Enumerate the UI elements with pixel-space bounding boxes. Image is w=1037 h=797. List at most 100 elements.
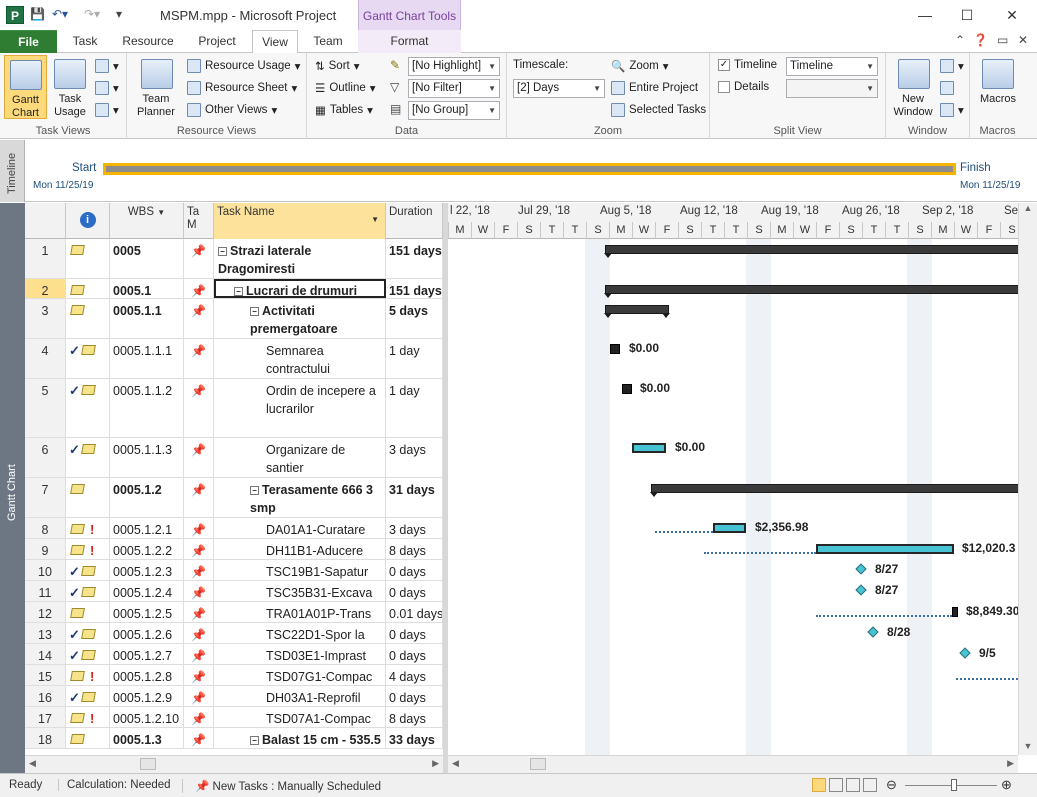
duration-cell[interactable]: 151 days — [386, 239, 443, 278]
row-id[interactable]: 9 — [25, 539, 66, 559]
note-icon[interactable] — [70, 713, 85, 723]
maximize-button[interactable]: ☐ — [947, 4, 987, 26]
task-bar-row6[interactable] — [632, 443, 666, 453]
task-row[interactable]: 10 ✓ 0005.1.2.3 📌 TSC19B1-Sapatur 0 days — [25, 560, 443, 581]
help-icon[interactable]: ❓ — [973, 33, 988, 49]
duration-cell[interactable]: 0.01 days — [386, 602, 443, 622]
row-id[interactable]: 12 — [25, 602, 66, 622]
note-icon[interactable] — [81, 566, 96, 576]
task-name-cell[interactable]: − Strazi laterale Dragomiresti — [214, 239, 386, 278]
collapse-icon[interactable]: − — [250, 736, 259, 745]
wbs-cell[interactable]: 0005.1.2.7 — [110, 644, 184, 664]
note-icon[interactable] — [70, 671, 85, 681]
duration-cell[interactable]: 4 days — [386, 665, 443, 685]
row-id[interactable]: 13 — [25, 623, 66, 643]
selected-tasks-button[interactable]: Selected Tasks — [611, 103, 706, 117]
task-mode-cell[interactable]: 📌 — [184, 518, 214, 538]
vertical-scrollbar[interactable]: ▲ ▼ — [1018, 203, 1037, 755]
tab-resource[interactable]: Resource — [116, 30, 180, 53]
task-mode-cell[interactable]: 📌 — [184, 602, 214, 622]
duration-cell[interactable]: 1 day — [386, 379, 443, 437]
note-icon[interactable] — [70, 545, 85, 555]
note-icon[interactable] — [70, 305, 85, 315]
task-usage-button[interactable]: Task Usage — [50, 55, 90, 119]
zoom-in-icon[interactable]: ⊕ — [1001, 777, 1012, 793]
resource-sheet-button[interactable]: Resource Sheet ▾ — [187, 81, 297, 95]
duration-cell[interactable]: 8 days — [386, 707, 443, 727]
task-bar-row4[interactable] — [610, 344, 620, 354]
collapse-icon[interactable]: − — [250, 307, 259, 316]
status-new-tasks[interactable]: 📌 New Tasks : Manually Scheduled — [182, 779, 381, 793]
duration-cell[interactable]: 8 days — [386, 539, 443, 559]
task-mode-cell[interactable]: 📌 — [184, 379, 214, 437]
task-name-cell[interactable]: DH11B1-Aducere — [214, 539, 386, 559]
task-row[interactable]: 14 ✓ 0005.1.2.7 📌 TSD03E1-Imprast 0 days — [25, 644, 443, 665]
split-bar[interactable] — [443, 203, 448, 773]
tab-format[interactable]: Format — [358, 30, 461, 53]
row-id[interactable]: 8 — [25, 518, 66, 538]
row-id[interactable]: 3 — [25, 299, 66, 338]
task-name-cell[interactable]: TSC22D1-Spor la — [214, 623, 386, 643]
minimize-ribbon-icon[interactable]: ⌃ — [955, 33, 965, 49]
note-icon[interactable] — [70, 245, 85, 255]
collapse-icon[interactable]: − — [250, 486, 259, 495]
task-mode-cell[interactable]: 📌 — [184, 707, 214, 727]
note-icon[interactable] — [70, 734, 85, 744]
tab-project[interactable]: Project — [190, 30, 244, 53]
task-row[interactable]: 13 ✓ 0005.1.2.6 📌 TSC22D1-Spor la 0 days — [25, 623, 443, 644]
row-id[interactable]: 15 — [25, 665, 66, 685]
task-name-column-header[interactable]: Task Name ▼ — [214, 203, 386, 239]
wbs-cell[interactable]: 0005.1.1.3 — [110, 438, 184, 477]
task-row[interactable]: 16 ✓ 0005.1.2.9 📌 DH03A1-Reprofil 0 days — [25, 686, 443, 707]
row-id[interactable]: 1 — [25, 239, 66, 278]
close-button[interactable]: ✕ — [992, 4, 1032, 26]
note-icon[interactable] — [81, 385, 96, 395]
task-name-cell[interactable]: Ordin de incepere a lucrarilor — [214, 379, 386, 437]
row-id[interactable]: 16 — [25, 686, 66, 706]
task-name-cell[interactable]: Semnarea contractului — [214, 339, 386, 378]
note-icon[interactable] — [81, 692, 96, 702]
task-mode-cell[interactable]: 📌 — [184, 665, 214, 685]
team-planner-button[interactable]: Team Planner — [133, 55, 179, 119]
duration-cell[interactable]: 33 days — [386, 728, 443, 748]
select-all-corner[interactable] — [25, 203, 66, 239]
timeline-view[interactable]: Timeline Start Finish Mon 11/25/19 Mon 1… — [0, 140, 1037, 202]
row-id[interactable]: 14 — [25, 644, 66, 664]
task-row[interactable]: 7 0005.1.2 📌 − Terasamente 666 3 smp 31 days — [25, 478, 443, 518]
resource-usage-button[interactable]: Resource Usage ▾ — [187, 59, 300, 73]
note-icon[interactable] — [70, 285, 85, 295]
save-icon[interactable]: 💾 — [30, 7, 45, 23]
wbs-cell[interactable]: 0005.1.2.6 — [110, 623, 184, 643]
wbs-cell[interactable]: 0005.1.1.1 — [110, 339, 184, 378]
redo-icon[interactable]: ↷▾ — [84, 7, 100, 23]
task-name-cell[interactable]: TSD03E1-Imprast — [214, 644, 386, 664]
grid-horizontal-scrollbar[interactable]: ◀ ▶ — [25, 755, 443, 773]
task-mode-cell[interactable]: 📌 — [184, 728, 214, 748]
minimize-button[interactable]: — — [905, 4, 945, 26]
hide-window-button[interactable] — [940, 81, 954, 95]
resource-sheet-shortcut-icon[interactable] — [863, 778, 877, 792]
nonworking-day-shading[interactable] — [746, 239, 771, 755]
details-view-dropdown[interactable]: ▼ — [786, 79, 878, 98]
task-mode-cell[interactable]: 📌 — [184, 478, 214, 517]
row-id[interactable]: 4 — [25, 339, 66, 378]
wbs-cell[interactable]: 0005.1.2.3 — [110, 560, 184, 580]
chart-horizontal-scrollbar[interactable]: ◀ ▶ — [448, 755, 1018, 773]
note-icon[interactable] — [81, 345, 96, 355]
duration-cell[interactable]: 1 day — [386, 339, 443, 378]
task-mode-cell[interactable]: 📌 — [184, 623, 214, 643]
other-task-views-button[interactable]: ▾ — [95, 103, 119, 117]
task-bar-row12[interactable] — [952, 607, 958, 617]
timeline-view-dropdown[interactable]: Timeline ▼ — [786, 57, 878, 76]
timeline-bar[interactable] — [103, 163, 956, 175]
duration-cell[interactable]: 3 days — [386, 518, 443, 538]
highlight-dropdown[interactable]: [No Highlight] ▼ — [408, 57, 500, 76]
duration-column-header[interactable]: Duration — [386, 203, 443, 239]
collapse-icon[interactable]: − — [218, 247, 227, 256]
task-name-cell[interactable]: TSD07G1-Compac — [214, 665, 386, 685]
tab-view[interactable]: View — [252, 30, 298, 54]
sort-button[interactable]: ⇅ Sort ▾ — [315, 59, 360, 73]
arrange-all-button[interactable]: ▾ — [940, 59, 964, 73]
collapse-icon[interactable]: − — [234, 287, 243, 296]
wbs-cell[interactable]: 0005.1.2.9 — [110, 686, 184, 706]
